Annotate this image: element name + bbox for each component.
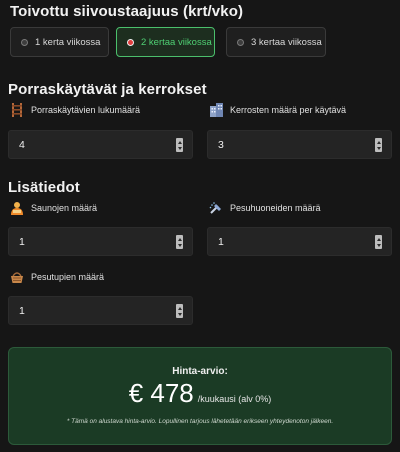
floors-input[interactable]: 3 — [207, 130, 392, 159]
bathrooms-label: Pesuhuoneiden määrä — [209, 201, 321, 215]
stepper-icon[interactable] — [176, 235, 183, 249]
radio-icon — [237, 38, 244, 46]
ladder-icon — [10, 103, 24, 117]
stepper-icon[interactable] — [176, 138, 183, 152]
frequency-option-label: 1 kerta viikossa — [35, 36, 101, 48]
stair-count-input[interactable]: 4 — [8, 130, 193, 159]
price-amount: € 478 — [128, 378, 194, 408]
radio-selected-icon — [127, 38, 134, 46]
saunas-input[interactable]: 1 — [8, 227, 193, 256]
floors-label: Kerrosten määrä per käytävä — [209, 103, 346, 117]
laundry-input[interactable]: 1 — [8, 296, 193, 325]
frequency-option-2[interactable]: 2 kertaa viikossa — [116, 27, 215, 57]
price-row: € 478 /kuukausi (alv 0%) — [9, 378, 391, 409]
saunas-label: Saunojen määrä — [10, 201, 97, 215]
stepper-icon[interactable] — [176, 304, 183, 318]
price-estimate-box: Hinta-arvio: € 478 /kuukausi (alv 0%) * … — [8, 347, 392, 445]
building-icon — [209, 103, 223, 117]
shower-icon — [209, 201, 223, 215]
price-disclaimer: * Tämä on alustava hinta-arvio. Lopullin… — [66, 418, 334, 425]
price-title: Hinta-arvio: — [172, 366, 228, 377]
bathrooms-input[interactable]: 1 — [207, 227, 392, 256]
frequency-title: Toivottu siivoustaajuus (krt/vko) — [10, 3, 244, 20]
frequency-option-label: 3 kertaa viikossa — [251, 36, 322, 48]
laundry-label: Pesutupien määrä — [10, 270, 104, 284]
stepper-icon[interactable] — [375, 235, 382, 249]
stairs-title: Porraskäytävät ja kerrokset — [8, 81, 207, 98]
laundry-basket-icon — [10, 270, 24, 284]
stepper-icon[interactable] — [375, 138, 382, 152]
sauna-icon — [10, 201, 24, 215]
stair-count-label: Porraskäytävien lukumäärä — [10, 103, 140, 117]
frequency-option-label: 2 kertaa viikossa — [141, 36, 212, 48]
frequency-option-1[interactable]: 1 kerta viikossa — [10, 27, 109, 57]
radio-icon — [21, 38, 28, 46]
price-suffix: /kuukausi (alv 0%) — [197, 394, 272, 404]
extras-title: Lisätiedot — [8, 179, 80, 196]
frequency-option-3[interactable]: 3 kertaa viikossa — [226, 27, 326, 57]
